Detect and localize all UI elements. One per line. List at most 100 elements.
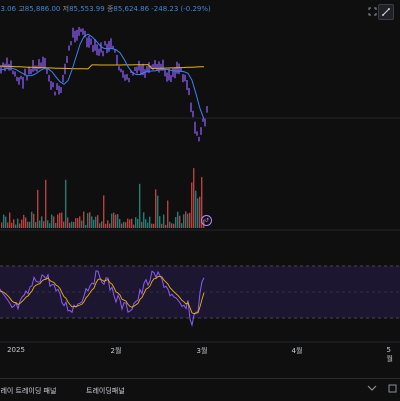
volume-bar: [69, 222, 71, 228]
volume-bar: [179, 215, 181, 228]
volume-bar: [145, 219, 147, 228]
volume-bar: [35, 222, 37, 228]
volume-bar: [117, 214, 119, 228]
volume-bar: [47, 220, 49, 228]
volume-bar: [3, 214, 5, 228]
volume-bar: [101, 221, 103, 228]
volume-bar: [95, 216, 97, 228]
volume-bar: [163, 214, 165, 228]
volume-bar: [169, 221, 171, 228]
volume-bar: [151, 223, 153, 228]
volume-bar: [141, 221, 143, 228]
volume-bar: [23, 214, 25, 228]
volume-bar: [119, 218, 121, 228]
volume-bar: [115, 214, 117, 228]
volume-bar: [123, 221, 125, 228]
volume-bar: [133, 224, 135, 228]
volume-bar: [153, 223, 155, 228]
volume-bar: [7, 222, 9, 228]
volume-bar: [177, 211, 179, 228]
volume-bar: [129, 219, 131, 228]
volume-bar: [49, 223, 51, 228]
volume-bar: [91, 216, 93, 228]
volume-bar: [31, 211, 33, 228]
volume-bar: [185, 211, 187, 228]
replay-icon[interactable]: ↺: [201, 215, 212, 226]
volume-bar: [121, 223, 123, 228]
volume-bar: [171, 223, 173, 228]
volume-bar: [17, 218, 19, 228]
volume-bar: [125, 222, 127, 228]
volume-bar: [13, 219, 15, 228]
volume-bar: [181, 223, 183, 228]
volume-bar: [67, 217, 69, 228]
chart-canvas[interactable]: [0, 0, 400, 378]
volume-bar: [113, 212, 115, 228]
volume-bar: [53, 216, 55, 228]
volume-bar: [193, 168, 195, 228]
volume-bar: [99, 223, 101, 228]
volume-bar: [41, 216, 43, 228]
volume-bar: [157, 195, 159, 228]
price-series: [0, 27, 208, 142]
volume-bar: [61, 212, 63, 228]
volume-bar: [71, 221, 73, 228]
volume-bar: [107, 220, 109, 228]
volume-bar: [137, 218, 139, 228]
volume-bar: [139, 183, 141, 228]
volume-bar: [55, 223, 57, 228]
volume-bar: [131, 218, 133, 228]
time-tick-2025: 2025: [7, 346, 25, 354]
volume-bar: [155, 189, 157, 228]
volume-bar: [97, 215, 99, 228]
volume-bar: [57, 214, 59, 228]
volume-bar: [63, 221, 65, 228]
volume-bar: [183, 214, 185, 228]
time-tick-apr: 4월: [291, 347, 303, 355]
maximize-icon[interactable]: [386, 384, 398, 394]
volume-bar: [11, 222, 13, 228]
volume-bar: [29, 221, 31, 228]
volume-bar: [197, 198, 199, 228]
volume-bar: [103, 195, 105, 228]
chevron-down-icon[interactable]: [366, 384, 378, 394]
ma-long-line: [0, 64, 205, 70]
volume-bar: [25, 217, 27, 228]
volume-bar: [37, 189, 39, 228]
volume-bar: [85, 224, 87, 228]
volume-bar: [45, 179, 47, 228]
volume-bar: [1, 222, 3, 228]
volume-bar: [187, 213, 189, 228]
volume-bar: [87, 213, 89, 228]
volume-bar: [59, 212, 61, 228]
volume-bar: [75, 218, 77, 228]
volume-bar: [149, 216, 151, 228]
volume-bar: [161, 223, 163, 228]
tab-replay-trading[interactable]: 플레이 트레이딩 패널: [0, 386, 56, 396]
volume-bar: [81, 220, 83, 228]
volume-bar: [167, 200, 169, 228]
volume-bar: [27, 221, 29, 228]
volume-bar: [109, 223, 111, 228]
volume-bar: [77, 218, 79, 228]
volume-bar: [147, 222, 149, 228]
volume-bar: [5, 216, 7, 228]
time-tick-may: 5월: [386, 346, 393, 363]
volume-bar: [111, 213, 113, 228]
bottom-panel: 플레이 트레이딩 패널 트레이딩패널: [0, 378, 400, 401]
volume-bar: [165, 224, 167, 228]
volume-bar: [159, 216, 161, 228]
volume-bar: [199, 196, 201, 228]
volume-bar: [19, 223, 21, 228]
tab-trading-panel[interactable]: 트레이딩패널: [86, 386, 125, 396]
volume-bar: [83, 211, 85, 228]
volume-bar: [15, 224, 17, 228]
volume-bar: [89, 212, 91, 228]
volume-bar: [73, 221, 75, 228]
volume-bar: [93, 219, 95, 228]
volume-bar: [143, 212, 145, 228]
time-tick-mar: 3월: [196, 347, 208, 355]
volume-bar: [39, 220, 41, 228]
volume-bar: [51, 214, 53, 228]
volume-bar: [173, 223, 175, 228]
